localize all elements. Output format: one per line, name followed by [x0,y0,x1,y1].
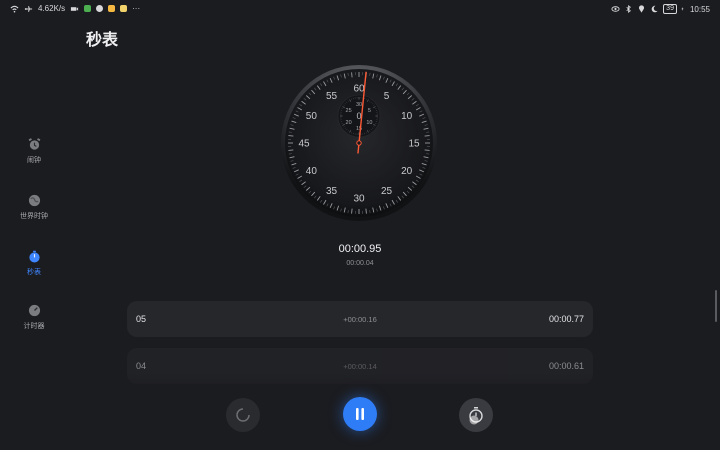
app-notification-icon [120,5,128,12]
eye-icon [611,6,620,12]
pause-button[interactable] [343,397,377,431]
dial-label: 10 [401,111,413,122]
dial-tick [351,208,353,214]
dial-label: 50 [306,111,318,122]
more-notifications: ··· [132,4,141,13]
lap-total: 00:00.77 [548,314,584,324]
hand-pivot [356,140,362,146]
reset-button[interactable] [226,398,260,432]
sub-dial-label: 25 [346,108,352,114]
status-bar: 4.62K/s ··· 39 10:55 [0,0,720,18]
dial-label: 35 [326,186,338,197]
dial-label: 60 [353,84,365,95]
scroll-indicator[interactable] [715,290,717,322]
nav-item-world-clock[interactable]: 世界时钟 [0,194,68,221]
dial-tick [365,208,367,214]
lap-button[interactable] [459,398,493,432]
alarm-clock-icon [28,138,40,150]
location-icon [639,5,645,13]
nav-item-label: 秒表 [27,269,41,276]
dial-tick [424,135,430,137]
dial-label: 15 [408,139,420,150]
dial-label: 5 [384,91,390,102]
elapsed-time: 00:00.95 [338,243,382,255]
sub-dial-label: 10 [366,120,372,126]
bluetooth-icon [626,5,632,13]
video-icon [71,6,79,11]
app-notification-icon [84,5,92,12]
wechat-icon [96,5,104,12]
charging-icon [681,7,684,11]
dial-label: 20 [401,166,413,177]
dial-tick [288,149,294,151]
dial-tick [424,149,430,151]
dial-label: 55 [326,91,338,102]
nav-item-timer[interactable]: 计时器 [0,304,68,331]
lap-stopwatch-icon [469,407,483,425]
lap-split: +00:00.16 [343,315,377,324]
nav-item-label: 计时器 [23,323,45,330]
airplane-icon [24,5,33,12]
timer-icon [28,304,40,317]
reset-icon [236,408,250,422]
moon-icon [651,5,658,13]
dial-tick [351,72,353,78]
pause-icon [356,408,364,420]
stopwatch-dial: 60 5 10 15 20 25 30 35 40 45 50 55 30 5 10 15 20 25 0 [280,64,438,222]
page-title: 秒表 [86,32,119,49]
app-notification-icon [108,5,116,12]
wifi-icon [10,5,19,13]
lap-total: 00:00.61 [548,361,584,371]
dial-label: 30 [353,194,365,205]
sub-dial-label: 5 [368,108,371,114]
sub-dial-label: 20 [346,120,352,126]
nav-item-label: 闹钟 [27,157,41,164]
nav-item-alarm[interactable]: 闹钟 [0,138,68,165]
dial-label: 40 [306,166,318,177]
dial-tick [288,135,294,137]
sub-dial-label: 30 [356,102,362,108]
nav-item-label: 世界时钟 [20,213,48,220]
network-speed: 4.62K/s [38,4,66,13]
battery-level: 39 [663,4,677,14]
dial-label: 25 [381,186,393,197]
lap-row: 05 +00:00.16 00:00.77 [127,301,593,337]
current-lap-time: 00:00.04 [346,260,374,267]
dial-label: 45 [298,139,310,150]
clock-time: 10:55 [689,4,710,14]
globe-icon [28,194,40,207]
dial-face: 60510152025303540455055 30510152025 0 [281,65,437,221]
lap-split: +00:00.14 [343,362,377,371]
